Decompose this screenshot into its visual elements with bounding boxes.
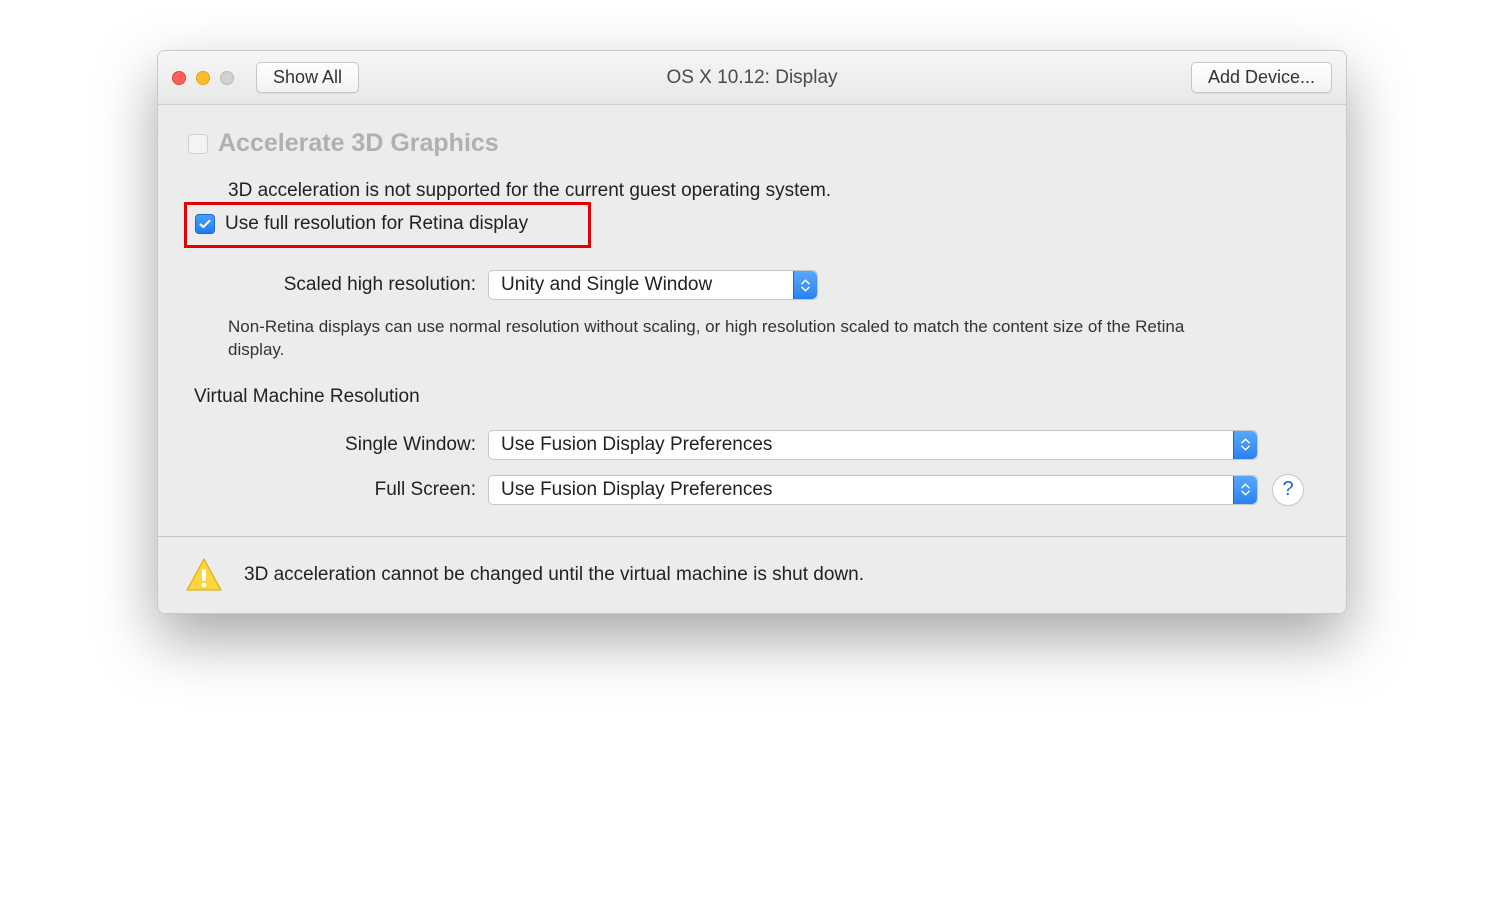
single-window-select[interactable]: Use Fusion Display Preferences	[488, 430, 1258, 460]
accelerate-3d-message: 3D acceleration is not supported for the…	[228, 180, 1316, 202]
footer-bar: 3D acceleration cannot be changed until …	[158, 536, 1346, 613]
single-window-label: Single Window:	[188, 434, 488, 456]
warning-icon	[184, 555, 224, 595]
retina-checkbox[interactable]	[195, 214, 215, 234]
select-stepper-icon	[1233, 476, 1257, 504]
full-screen-row: Full Screen: Use Fusion Display Preferen…	[188, 474, 1316, 506]
full-screen-value: Use Fusion Display Preferences	[501, 479, 772, 501]
full-screen-label: Full Screen:	[188, 479, 488, 501]
titlebar: Show All OS X 10.12: Display Add Device.…	[158, 51, 1346, 105]
single-window-row: Single Window: Use Fusion Display Prefer…	[188, 430, 1316, 460]
single-window-value: Use Fusion Display Preferences	[501, 434, 772, 456]
accelerate-3d-label: Accelerate 3D Graphics	[218, 129, 499, 158]
vm-resolution-heading: Virtual Machine Resolution	[194, 386, 1316, 408]
close-window-button[interactable]	[172, 71, 186, 85]
retina-label: Use full resolution for Retina display	[225, 213, 528, 235]
minimize-window-button[interactable]	[196, 71, 210, 85]
select-stepper-icon	[1233, 431, 1257, 459]
scaled-resolution-row: Scaled high resolution: Unity and Single…	[188, 270, 1316, 300]
show-all-button[interactable]: Show All	[256, 62, 359, 93]
select-stepper-icon	[793, 271, 817, 299]
window-title: OS X 10.12: Display	[666, 67, 837, 89]
accelerate-3d-row: Accelerate 3D Graphics	[188, 129, 1316, 158]
checkmark-icon	[198, 217, 212, 231]
help-button[interactable]: ?	[1272, 474, 1304, 506]
scaled-resolution-select[interactable]: Unity and Single Window	[488, 270, 818, 300]
full-screen-select[interactable]: Use Fusion Display Preferences	[488, 475, 1258, 505]
window-controls	[172, 71, 234, 85]
content-area: Accelerate 3D Graphics 3D acceleration i…	[158, 105, 1346, 536]
scaled-resolution-label: Scaled high resolution:	[188, 274, 488, 296]
retina-row: Use full resolution for Retina display	[195, 213, 528, 235]
retina-highlight: Use full resolution for Retina display	[184, 202, 591, 248]
scaled-resolution-hint: Non-Retina displays can use normal resol…	[228, 316, 1228, 362]
scaled-resolution-value: Unity and Single Window	[501, 274, 712, 296]
footer-message: 3D acceleration cannot be changed until …	[244, 564, 864, 586]
vm-resolution-group: Single Window: Use Fusion Display Prefer…	[188, 430, 1316, 506]
accelerate-3d-checkbox	[188, 134, 208, 154]
zoom-window-button	[220, 71, 234, 85]
preferences-window: Show All OS X 10.12: Display Add Device.…	[157, 50, 1347, 614]
add-device-button[interactable]: Add Device...	[1191, 62, 1332, 93]
